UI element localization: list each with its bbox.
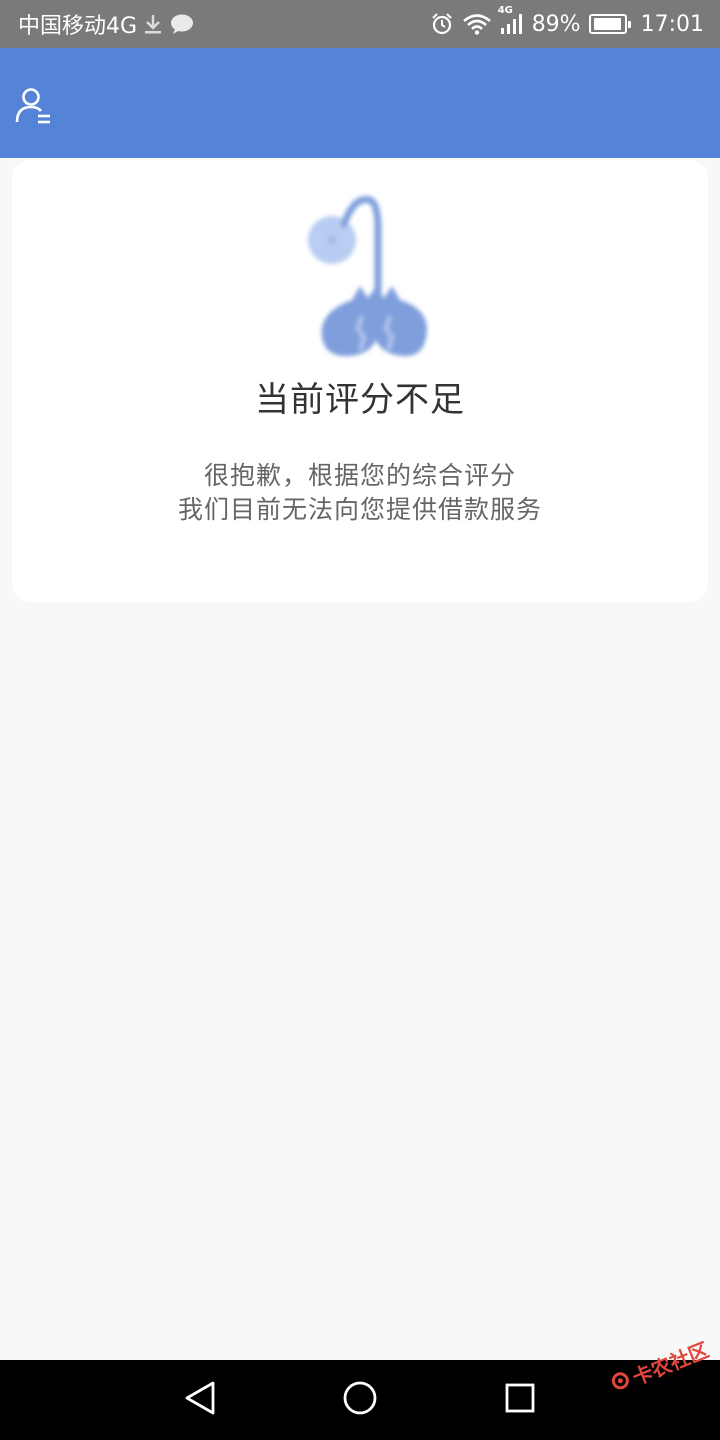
user-menu-button[interactable] xyxy=(12,86,56,130)
wifi-icon xyxy=(462,13,492,35)
back-button[interactable] xyxy=(180,1380,220,1420)
status-right: 4G 89% 17:01 xyxy=(430,5,704,37)
download-icon xyxy=(143,13,163,35)
battery-percent: 89% xyxy=(531,11,581,37)
back-triangle-icon xyxy=(183,1380,217,1420)
card-message-line-2: 我们目前无法向您提供借款服务 xyxy=(177,495,542,524)
chat-bubble-icon xyxy=(169,13,195,35)
clock: 17:01 xyxy=(640,11,704,37)
recent-apps-button[interactable] xyxy=(500,1380,540,1420)
battery-icon xyxy=(588,14,631,34)
home-button[interactable] xyxy=(340,1380,380,1420)
carrier-label: 中国移动4G xyxy=(18,14,138,39)
card-message-line-1: 很抱歉，根据您的综合评分 xyxy=(203,461,516,490)
card-title: 当前评分不足 xyxy=(255,380,465,420)
status-bar: 中国移动4G 4G 89% 17:01 xyxy=(0,0,720,48)
signal-icon: 4G xyxy=(498,5,524,35)
recent-square-icon xyxy=(504,1382,536,1418)
status-left: 中国移动4G xyxy=(18,8,195,40)
crying-lamp-illustration xyxy=(292,188,442,368)
score-result-card: 当前评分不足 很抱歉，根据您的综合评分 我们目前无法向您提供借款服务 xyxy=(12,160,708,602)
battery-fill xyxy=(594,18,621,30)
network-type-label: 4G xyxy=(497,5,513,16)
user-menu-icon xyxy=(14,86,54,130)
alarm-icon xyxy=(430,12,454,36)
app-header xyxy=(0,48,720,158)
home-circle-icon xyxy=(342,1380,378,1420)
